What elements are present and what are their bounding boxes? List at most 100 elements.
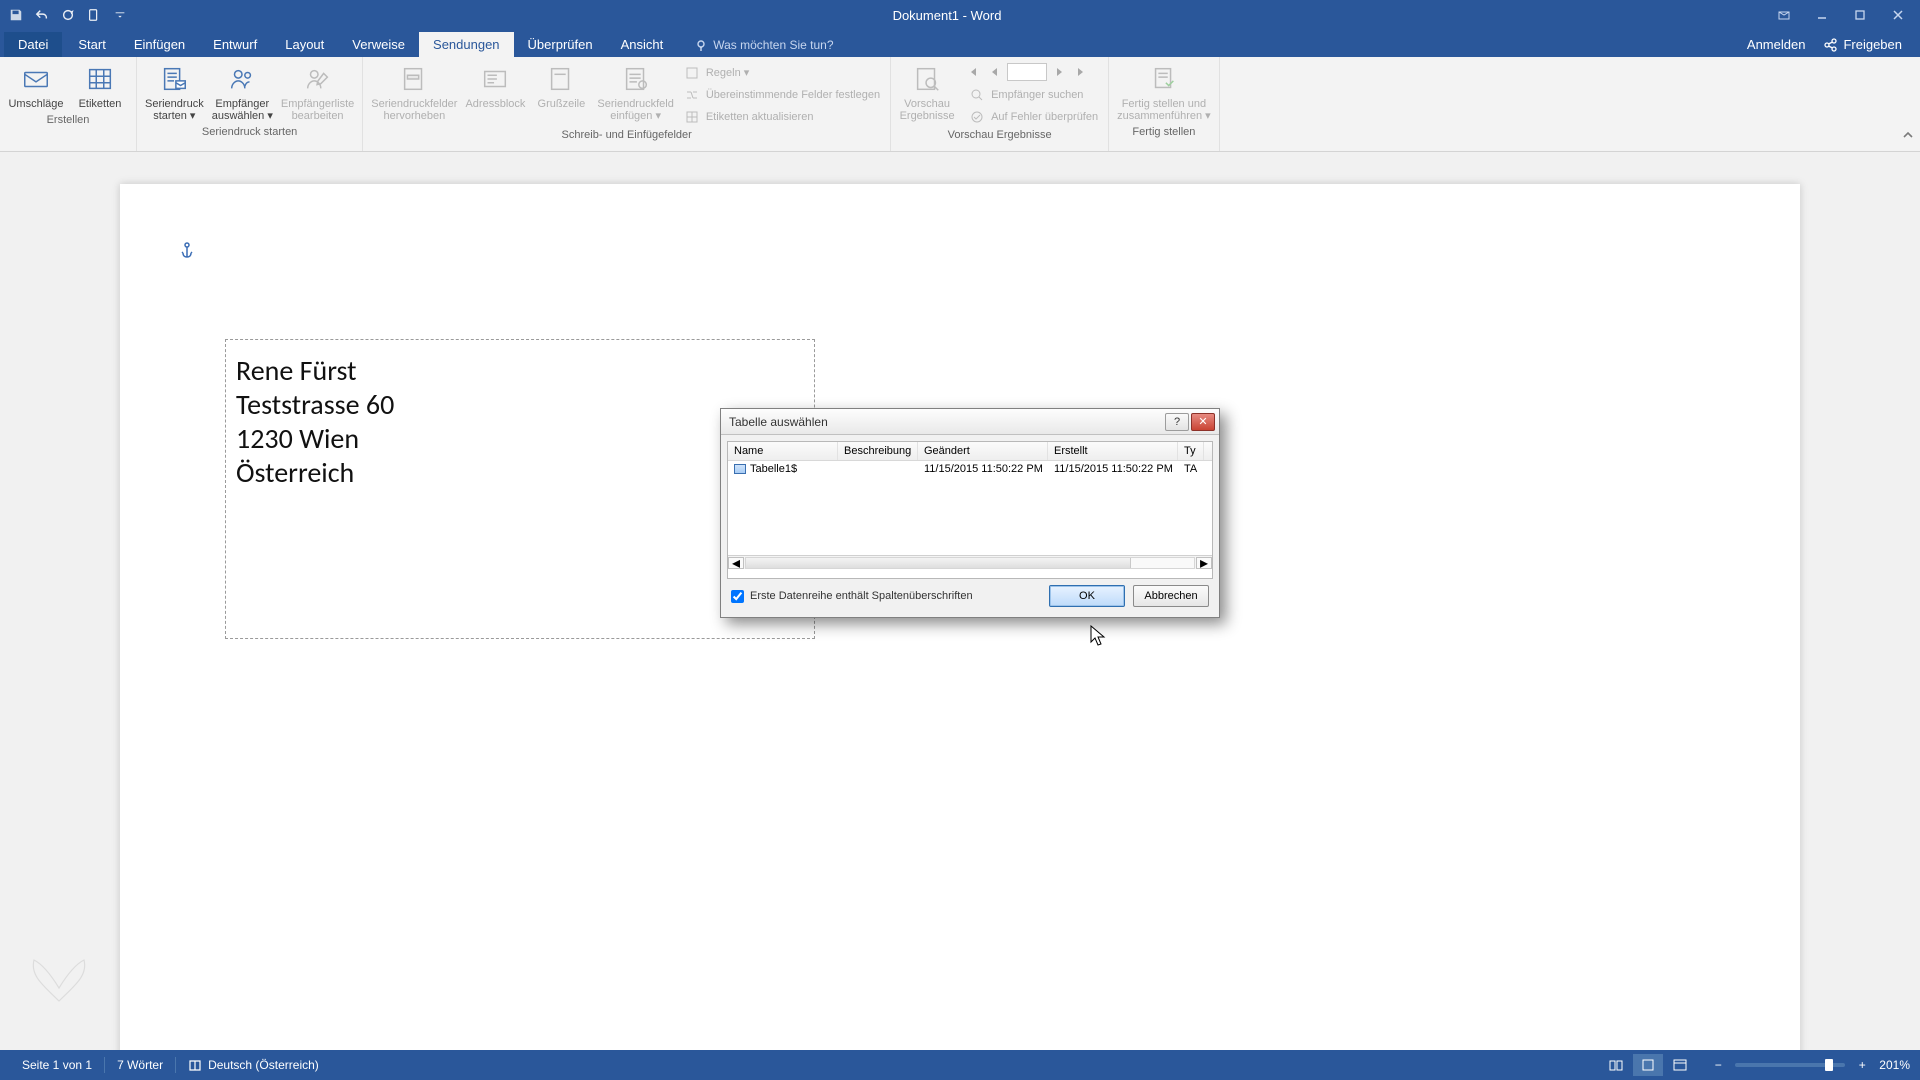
first-row-headers-checkbox[interactable]: Erste Datenreihe enthält Spaltenüberschr… [731,590,973,603]
share-button[interactable]: Freigeben [1823,37,1902,52]
zoom-level[interactable]: 201% [1879,1058,1910,1072]
finish-merge-button[interactable]: Fertig stellen und zusammenführen ▾ [1113,61,1215,124]
update-labels-button[interactable]: Etiketten aktualisieren [678,107,886,127]
edit-recipient-list-button[interactable]: Empfängerliste bearbeiten [277,61,358,124]
tell-me-placeholder: Was möchten Sie tun? [713,38,833,52]
read-mode-icon[interactable] [1601,1054,1631,1076]
close-icon[interactable] [1880,4,1916,26]
start-mailmerge-button[interactable]: Seriendruck starten ▾ [141,61,208,124]
sign-in-link[interactable]: Anmelden [1747,37,1806,52]
next-record-icon[interactable] [1051,63,1069,81]
window-title: Dokument1 - Word [128,8,1766,23]
collapse-ribbon-icon[interactable] [1902,129,1914,147]
zoom-in-icon[interactable]: + [1853,1056,1871,1074]
address-line-4: Österreich [236,456,804,490]
col-name[interactable]: Name [728,442,838,460]
rules-button[interactable]: Regeln ▾ [678,63,886,83]
tab-ueberpruefen[interactable]: Überprüfen [514,32,607,57]
status-words[interactable]: 7 Wörter [105,1058,175,1072]
status-bar: Seite 1 von 1 7 Wörter Deutsch (Österrei… [0,1050,1920,1080]
tell-me-search[interactable]: Was möchten Sie tun? [695,38,833,57]
zoom-controls: − + 201% [1709,1056,1910,1074]
minimize-icon[interactable] [1804,4,1840,26]
tab-start[interactable]: Start [64,32,119,57]
anchor-icon [180,242,194,265]
col-created[interactable]: Erstellt [1048,442,1178,460]
envelopes-button[interactable]: Umschläge [4,61,68,112]
scroll-thumb[interactable] [746,558,1131,568]
group-label-seriendruck: Seriendruck starten [141,124,358,141]
listview-hscroll[interactable]: ◂ ▸ [728,555,1212,569]
last-record-icon[interactable] [1073,63,1091,81]
match-fields-button[interactable]: Übereinstimmende Felder festlegen [678,85,886,105]
group-label-erstellen: Erstellen [4,112,132,129]
address-line-1: Rene Fürst [236,354,804,388]
insert-merge-field-button[interactable]: Seriendruckfeld einfügen ▾ [593,61,677,124]
check-errors-button[interactable]: Auf Fehler überprüfen [963,107,1104,127]
dialog-title: Tabelle auswählen [729,415,828,429]
print-layout-icon[interactable] [1633,1054,1663,1076]
scroll-right-icon[interactable]: ▸ [1196,557,1212,569]
tab-einfuegen[interactable]: Einfügen [120,32,199,57]
dialog-titlebar[interactable]: Tabelle auswählen ? ✕ [721,409,1219,435]
undo-icon[interactable] [34,7,50,23]
cell-desc [838,461,918,477]
tab-ansicht[interactable]: Ansicht [607,32,678,57]
group-label-preview: Vorschau Ergebnisse [895,127,1104,144]
book-icon [188,1058,202,1072]
touch-mode-icon[interactable] [86,7,102,23]
quick-access-toolbar [0,7,128,23]
table-row[interactable]: Tabelle1$ 11/15/2015 11:50:22 PM 11/15/2… [728,461,1212,477]
repeat-icon[interactable] [60,7,76,23]
ok-button[interactable]: OK [1049,585,1125,607]
cell-type: TA [1178,461,1204,477]
ribbon-display-options-icon[interactable] [1766,4,1802,26]
select-table-dialog: Tabelle auswählen ? ✕ Name Beschreibung … [720,408,1220,618]
record-navigator [959,61,1104,83]
col-modified[interactable]: Geändert [918,442,1048,460]
labels-button[interactable]: Etiketten [68,61,132,112]
first-record-icon[interactable] [963,63,981,81]
group-label-fields: Schreib- und Einfügefelder [367,127,886,144]
checkbox-label: Erste Datenreihe enthält Spaltenüberschr… [750,590,973,602]
select-recipients-button[interactable]: Empfänger auswählen ▾ [208,61,277,124]
prev-record-icon[interactable] [985,63,1003,81]
share-icon [1823,38,1837,52]
col-type[interactable]: Ty [1178,442,1204,460]
tab-entwurf[interactable]: Entwurf [199,32,271,57]
maximize-icon[interactable] [1842,4,1878,26]
checkbox-input[interactable] [731,590,744,603]
address-block-button[interactable]: Adressblock [461,61,529,112]
window-controls [1766,4,1920,26]
save-icon[interactable] [8,7,24,23]
preview-results-button[interactable]: Vorschau Ergebnisse [895,61,959,124]
scroll-left-icon[interactable]: ◂ [728,557,744,569]
cell-modified: 11/15/2015 11:50:22 PM [918,461,1048,477]
tab-sendungen[interactable]: Sendungen [419,32,514,57]
address-line-3: 1230 Wien [236,422,804,456]
listview-header[interactable]: Name Beschreibung Geändert Erstellt Ty [728,442,1212,461]
dialog-close-icon[interactable]: ✕ [1191,413,1215,431]
table-listview[interactable]: Name Beschreibung Geändert Erstellt Ty T… [727,441,1213,579]
dialog-help-icon[interactable]: ? [1165,413,1189,431]
zoom-slider[interactable] [1735,1063,1845,1067]
tab-layout[interactable]: Layout [271,32,338,57]
qat-customize-icon[interactable] [112,7,128,23]
cancel-button[interactable]: Abbrechen [1133,585,1209,607]
col-desc[interactable]: Beschreibung [838,442,918,460]
status-page[interactable]: Seite 1 von 1 [10,1058,104,1072]
find-recipient-button[interactable]: Empfänger suchen [963,85,1104,105]
ribbon: Umschläge Etiketten Erstellen Seriendruc… [0,57,1920,152]
record-number-input[interactable] [1007,63,1047,81]
cell-name: Tabelle1$ [728,461,838,477]
zoom-out-icon[interactable]: − [1709,1056,1727,1074]
highlight-merge-fields-button[interactable]: Seriendruckfelder hervorheben [367,61,461,124]
status-language[interactable]: Deutsch (Österreich) [176,1058,331,1072]
tab-verweise[interactable]: Verweise [338,32,419,57]
greeting-line-button[interactable]: Grußzeile [529,61,593,112]
lightbulb-icon [695,39,707,51]
table-icon [734,464,746,474]
tab-file[interactable]: Datei [4,32,62,57]
web-layout-icon[interactable] [1665,1054,1695,1076]
zoom-thumb[interactable] [1825,1059,1833,1071]
